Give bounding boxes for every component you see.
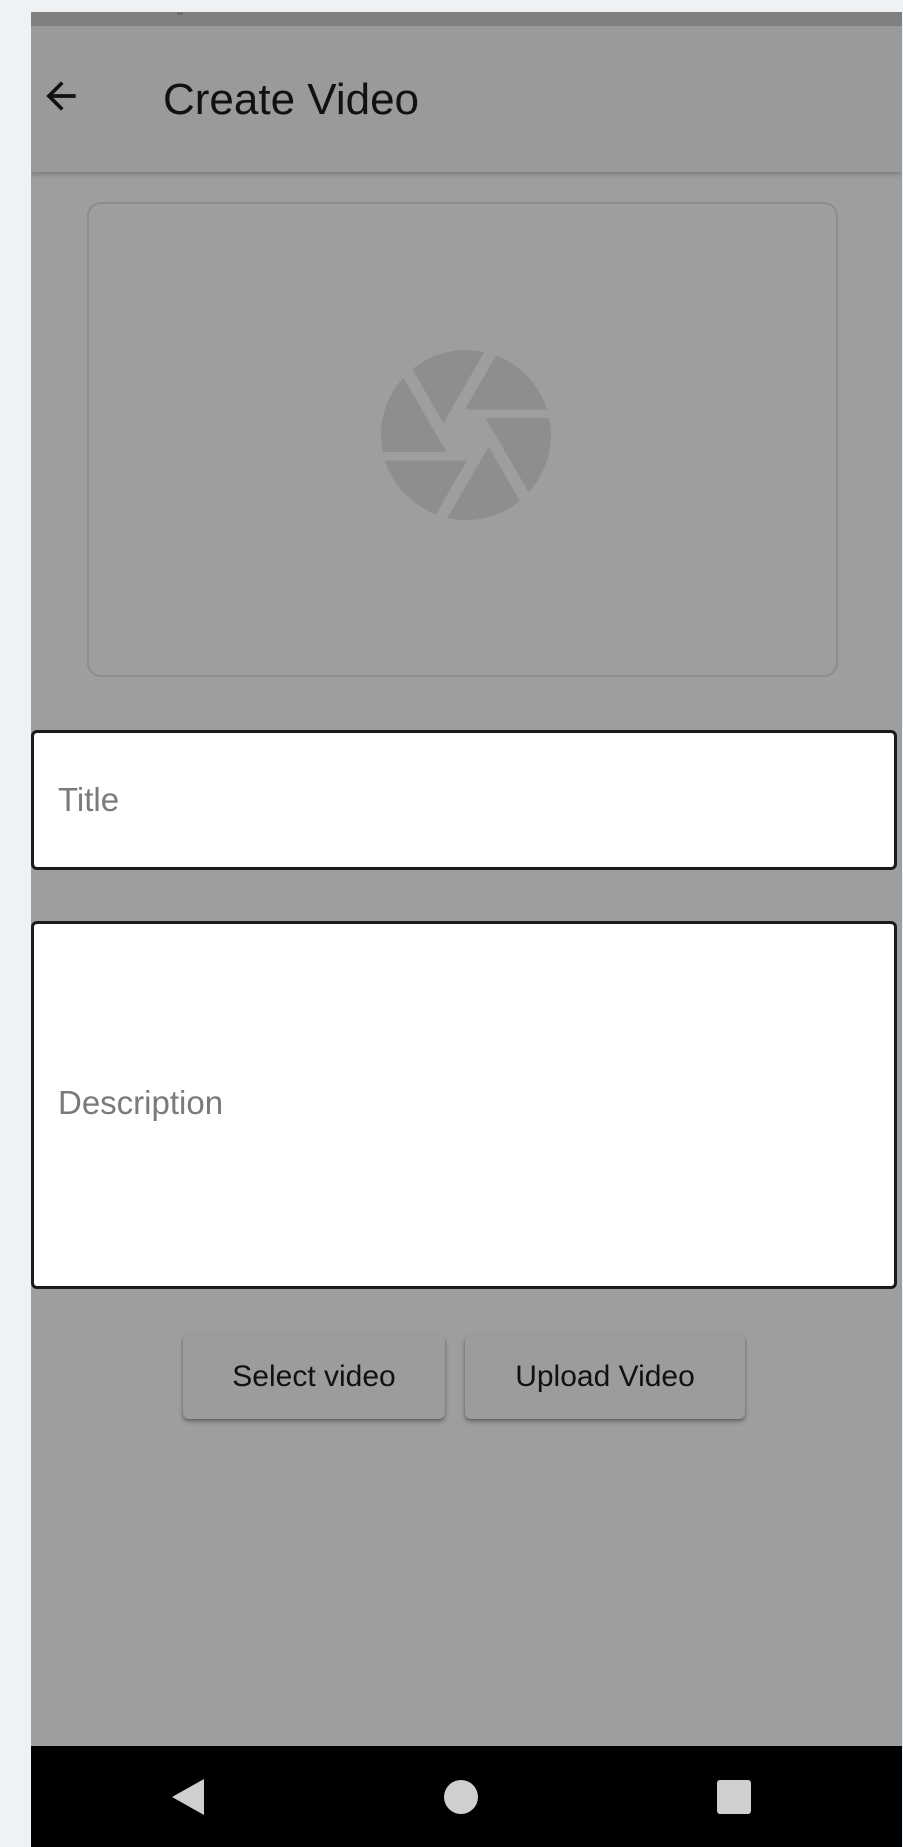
description-input[interactable]	[34, 924, 894, 1286]
arrow-left-icon	[46, 81, 76, 111]
nav-recents-button[interactable]	[711, 1774, 757, 1820]
title-input[interactable]	[34, 733, 894, 867]
nav-home-button[interactable]	[438, 1774, 484, 1820]
page-title: Create Video	[163, 75, 420, 124]
upload-video-button[interactable]: Upload Video	[465, 1335, 745, 1419]
upload-video-label: Upload Video	[515, 1360, 695, 1393]
recents-square-icon	[717, 1780, 751, 1814]
camera-shutter-icon	[381, 350, 551, 520]
app-screen: Create Video Select video Upload Video	[31, 12, 902, 1847]
system-nav-bar	[31, 1746, 902, 1847]
video-preview[interactable]	[87, 202, 838, 677]
select-video-button[interactable]: Select video	[183, 1335, 445, 1419]
home-circle-icon	[444, 1780, 478, 1814]
app-bar: Create Video	[31, 26, 902, 172]
nav-back-button[interactable]	[165, 1774, 211, 1820]
status-bar	[31, 12, 902, 26]
back-button[interactable]	[37, 72, 85, 120]
back-triangle-icon	[172, 1779, 204, 1815]
title-field-wrapper	[31, 730, 897, 870]
description-field-wrapper	[31, 921, 897, 1289]
status-indicator	[177, 12, 183, 15]
select-video-label: Select video	[232, 1360, 396, 1393]
